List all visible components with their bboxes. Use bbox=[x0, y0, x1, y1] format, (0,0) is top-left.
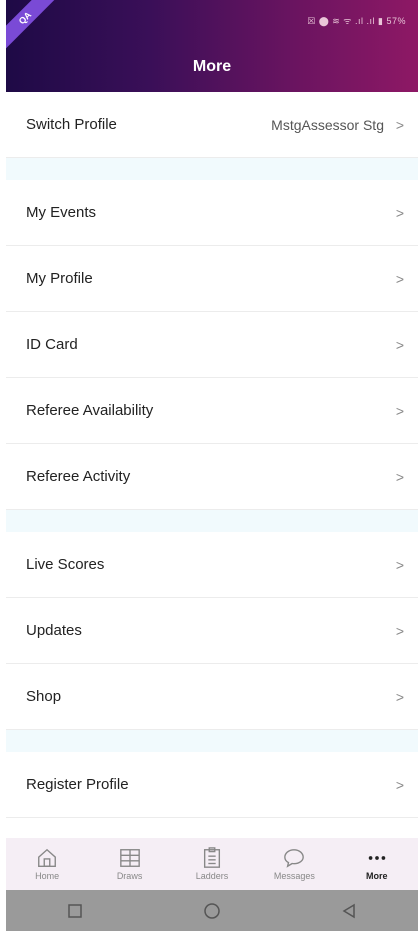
menu-item-my-events[interactable]: My Events > bbox=[6, 180, 418, 246]
tab-draws[interactable]: Draws bbox=[95, 847, 165, 881]
menu-item-updates[interactable]: Updates > bbox=[6, 598, 418, 664]
tab-home[interactable]: Home bbox=[12, 847, 82, 881]
menu-item-register-profile[interactable]: Register Profile > bbox=[6, 752, 418, 818]
chevron-right-icon: > bbox=[395, 336, 404, 353]
menu-item-referee-availability[interactable]: Referee Availability > bbox=[6, 378, 418, 444]
chevron-right-icon: > bbox=[395, 402, 404, 419]
square-icon bbox=[67, 903, 82, 918]
menu-item-my-profile[interactable]: My Profile > bbox=[6, 246, 418, 312]
menu-item-label: Register Profile bbox=[26, 776, 129, 793]
tab-ladders[interactable]: Ladders bbox=[177, 847, 247, 881]
triangle-back-icon bbox=[342, 903, 356, 918]
home-button[interactable] bbox=[182, 896, 242, 926]
chevron-right-icon: > bbox=[395, 204, 404, 221]
menu-item-shop[interactable]: Shop > bbox=[6, 664, 418, 730]
tab-label: Draws bbox=[116, 871, 143, 881]
menu-item-label: My Events bbox=[26, 204, 97, 221]
bottom-tab-bar: Home Draws Ladders Messages More bbox=[6, 838, 418, 890]
draws-icon bbox=[119, 849, 140, 867]
chevron-right-icon: > bbox=[395, 688, 404, 705]
menu-item-label: Referee Activity bbox=[26, 468, 131, 485]
app-header: QA ☒ ⬤ ≋ ᯤ .ıl .ıl ▮ 57% More bbox=[6, 0, 418, 92]
tab-label: Ladders bbox=[195, 871, 229, 881]
tab-label: Messages bbox=[273, 871, 315, 881]
section-divider bbox=[6, 510, 418, 532]
qa-ribbon: QA bbox=[6, 0, 63, 56]
menu-list: Switch Profile MstgAssessor Stg > My Eve… bbox=[6, 92, 418, 818]
page-title: More bbox=[192, 58, 232, 75]
system-nav-bar bbox=[6, 890, 418, 931]
back-button[interactable] bbox=[319, 896, 379, 926]
switch-profile-row[interactable]: Switch Profile MstgAssessor Stg > bbox=[6, 92, 418, 158]
tab-messages[interactable]: Messages bbox=[259, 847, 329, 881]
menu-item-id-card[interactable]: ID Card > bbox=[6, 312, 418, 378]
menu-item-label: Updates bbox=[26, 622, 82, 639]
menu-item-label: Shop bbox=[26, 688, 62, 705]
menu-item-label: Live Scores bbox=[26, 556, 105, 573]
more-icon bbox=[368, 856, 385, 860]
chevron-right-icon: > bbox=[395, 622, 404, 639]
chevron-right-icon: > bbox=[395, 556, 404, 573]
ladders-icon bbox=[203, 847, 220, 868]
section-divider bbox=[6, 158, 418, 180]
chevron-right-icon: > bbox=[395, 270, 404, 287]
home-icon bbox=[38, 848, 57, 867]
switch-profile-label: Switch Profile bbox=[26, 116, 117, 133]
circle-icon bbox=[204, 902, 220, 919]
recents-button[interactable] bbox=[45, 896, 105, 926]
menu-item-live-scores[interactable]: Live Scores > bbox=[6, 532, 418, 598]
chevron-right-icon: > bbox=[395, 776, 404, 793]
tab-more[interactable]: More bbox=[342, 847, 412, 881]
menu-item-label: ID Card bbox=[26, 336, 78, 353]
menu-item-referee-activity[interactable]: Referee Activity > bbox=[6, 444, 418, 510]
current-profile-name: MstgAssessor Stg bbox=[271, 116, 384, 133]
chevron-right-icon: > bbox=[395, 468, 404, 485]
tab-label: Home bbox=[35, 871, 60, 881]
tab-label: More bbox=[365, 871, 388, 881]
section-divider bbox=[6, 730, 418, 752]
menu-item-label: Referee Availability bbox=[26, 402, 154, 419]
messages-icon bbox=[284, 849, 305, 868]
chevron-right-icon: > bbox=[395, 116, 404, 133]
menu-item-label: My Profile bbox=[26, 270, 93, 287]
status-bar: ☒ ⬤ ≋ ᯤ .ıl .ıl ▮ 57% bbox=[307, 16, 406, 26]
